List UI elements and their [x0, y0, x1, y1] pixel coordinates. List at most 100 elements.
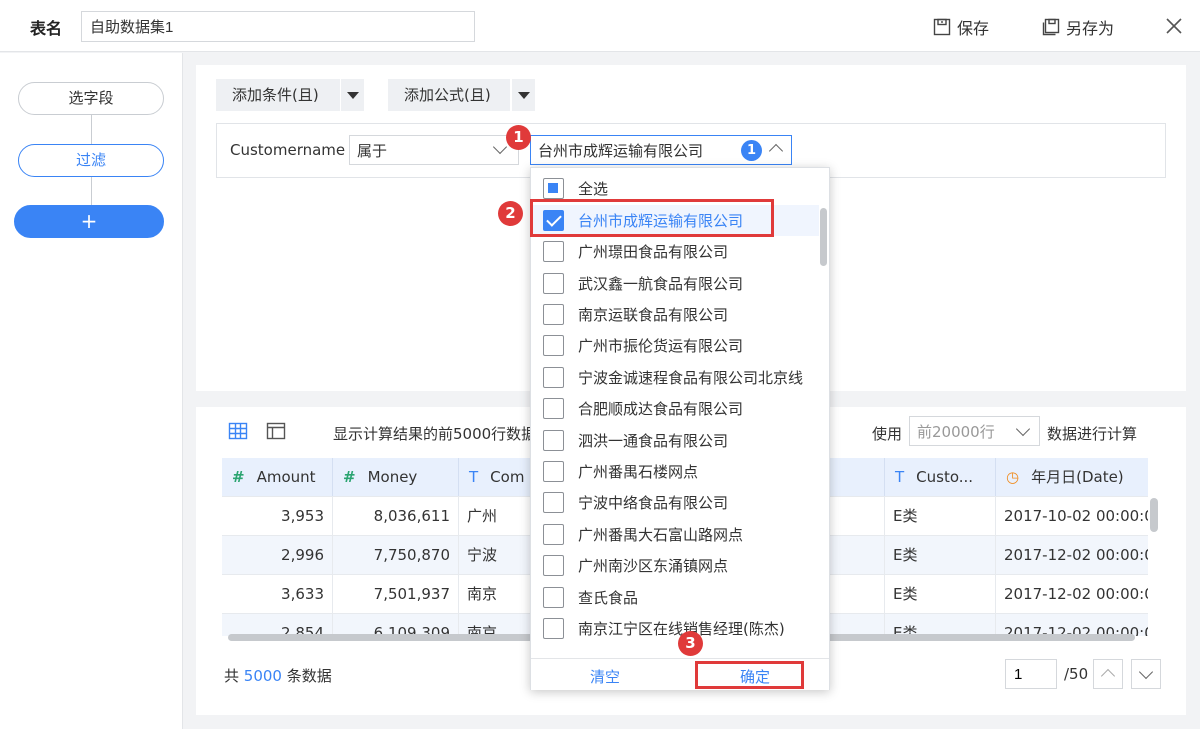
chevron-down-icon — [1138, 664, 1154, 680]
dropdown-scrollbar[interactable] — [820, 208, 827, 266]
dropdown-option[interactable]: 南京运联食品有限公司 — [531, 299, 819, 330]
table-cell: E类 — [885, 497, 996, 536]
clock-icon: ◷ — [1006, 468, 1020, 486]
dropdown-option[interactable]: 宁波中络食品有限公司 — [531, 487, 819, 518]
option-checkbox[interactable] — [543, 304, 564, 325]
column-header[interactable]: # Money — [333, 458, 459, 496]
column-header[interactable]: T Custo... — [885, 458, 996, 496]
option-label: 广州璟田食品有限公司 — [578, 243, 729, 261]
value-dropdown: 全选 台州市成辉运输有限公司 广州璟田食品有限公司 武汉鑫一航食品有限公司 南京… — [530, 167, 830, 690]
option-label: 武汉鑫一航食品有限公司 — [578, 275, 744, 293]
clear-button[interactable]: 清空 — [590, 666, 620, 687]
option-checkbox[interactable] — [543, 367, 564, 388]
grid-view-icon[interactable] — [228, 421, 248, 441]
use-label: 使用 — [872, 425, 903, 443]
step-select-fields[interactable]: 选字段 — [18, 82, 164, 115]
dropdown-option[interactable]: 广州番禺大石富山路网点 — [531, 519, 819, 550]
table-cell: E类 — [885, 575, 996, 614]
option-checkbox[interactable] — [543, 273, 564, 294]
step-filter[interactable]: 过滤 — [18, 144, 164, 177]
total-number: 5000 — [243, 667, 282, 685]
prev-page-button[interactable] — [1093, 659, 1123, 689]
calc-rows-value: 前20000行 — [917, 423, 995, 441]
column-header[interactable]: ◷ 年月日(Date) — [996, 458, 1148, 496]
add-step-button[interactable]: + — [14, 205, 164, 238]
total-suffix: 条数据 — [286, 667, 332, 685]
option-checkbox[interactable] — [543, 430, 564, 451]
option-checkbox[interactable] — [543, 241, 564, 262]
option-checkbox[interactable] — [543, 335, 564, 356]
option-label: 广州番禺石楼网点 — [578, 463, 699, 481]
table-cell: 2017-12-02 00:00:00 — [996, 614, 1148, 636]
step-connector — [91, 177, 92, 205]
option-checkbox[interactable] — [543, 461, 564, 482]
dropdown-option[interactable]: 广州南沙区东涌镇网点 — [531, 550, 819, 581]
option-label: 合肥顺成达食品有限公司 — [578, 400, 744, 418]
option-checkbox[interactable] — [543, 587, 564, 608]
number-type-icon: # — [343, 468, 356, 486]
selected-count-badge: 1 — [741, 140, 762, 161]
add-condition-caret-icon[interactable] — [341, 79, 364, 111]
option-checkbox[interactable] — [543, 492, 564, 513]
table-cell: 6,109,309 — [333, 614, 459, 636]
table-cell: E类 — [885, 536, 996, 575]
save-button[interactable]: 保存 — [933, 15, 989, 39]
table-cell: 7,750,870 — [333, 536, 459, 575]
chevron-up-icon — [1100, 668, 1116, 684]
table-cell: 3,633 — [222, 575, 333, 614]
dropdown-option[interactable]: 宁波金诚速程食品有限公司北京线 — [531, 362, 819, 393]
save-as-button[interactable]: 另存为 — [1042, 15, 1114, 39]
option-checkbox[interactable] — [543, 524, 564, 545]
select-all-checkbox[interactable] — [543, 178, 564, 199]
step-connector — [91, 115, 92, 144]
dropdown-option[interactable]: 查氏食品 — [531, 582, 819, 613]
dropdown-option[interactable]: 广州市振伦货运有限公司 — [531, 330, 819, 361]
highlight-box — [695, 661, 804, 689]
calc-label: 数据进行计算 — [1047, 425, 1138, 443]
total-prefix: 共 — [224, 667, 240, 685]
dropdown-option[interactable]: 广州番禺石楼网点 — [531, 456, 819, 487]
next-page-button[interactable] — [1131, 659, 1161, 689]
step-marker-1: 1 — [506, 125, 531, 150]
dropdown-option[interactable]: 合肥顺成达食品有限公司 — [531, 393, 819, 424]
dropdown-option[interactable]: 武汉鑫一航食品有限公司 — [531, 268, 819, 299]
option-label: 查氏食品 — [578, 589, 639, 607]
table-cell: 7,501,937 — [333, 575, 459, 614]
table-cell: E类 — [885, 614, 996, 636]
step-marker-3: 3 — [678, 631, 703, 656]
add-condition-button[interactable]: 添加条件(且) — [216, 79, 340, 111]
table-layout-icon[interactable] — [266, 421, 286, 441]
selected-value: 台州市成辉运输有限公司 — [538, 142, 704, 160]
vertical-scrollbar[interactable] — [1150, 498, 1158, 532]
option-checkbox[interactable] — [543, 555, 564, 576]
save-as-label: 另存为 — [1066, 19, 1115, 38]
save-label: 保存 — [957, 19, 990, 38]
close-icon[interactable] — [1164, 16, 1184, 36]
preview-info-text: 显示计算结果的前5000行数据 — [333, 425, 537, 443]
dropdown-option[interactable]: 南京江宁区在线销售经理(陈杰) — [531, 613, 819, 644]
save-as-icon — [1042, 18, 1060, 36]
condition-field-name: Customername — [230, 141, 346, 159]
step-marker-2: 2 — [498, 201, 523, 226]
option-label: 宁波金诚速程食品有限公司北京线 — [578, 369, 804, 387]
option-label: 宁波中络食品有限公司 — [578, 494, 729, 512]
text-type-icon: T — [469, 468, 479, 486]
table-cell: 2017-12-02 00:00:00 — [996, 575, 1148, 614]
number-type-icon: # — [232, 468, 245, 486]
page-number-input[interactable] — [1005, 659, 1057, 689]
condition-operator-select[interactable]: 属于 — [349, 135, 519, 165]
option-checkbox[interactable] — [543, 618, 564, 639]
dropdown-option[interactable]: 泗洪一通食品有限公司 — [531, 425, 819, 456]
column-header[interactable]: # Amount — [222, 458, 333, 496]
table-cell: 2,854 — [222, 614, 333, 636]
add-formula-button[interactable]: 添加公式(且) — [388, 79, 510, 111]
option-label: 泗洪一通食品有限公司 — [578, 432, 729, 450]
save-icon — [933, 18, 951, 36]
text-type-icon: T — [895, 468, 905, 486]
total-count: 共 5000 条数据 — [224, 665, 332, 686]
add-formula-caret-icon[interactable] — [512, 79, 535, 111]
option-checkbox[interactable] — [543, 398, 564, 419]
dropdown-option[interactable]: 广州璟田食品有限公司 — [531, 236, 819, 267]
table-name-label: 表名 — [30, 19, 63, 38]
table-name-input[interactable] — [81, 11, 475, 42]
